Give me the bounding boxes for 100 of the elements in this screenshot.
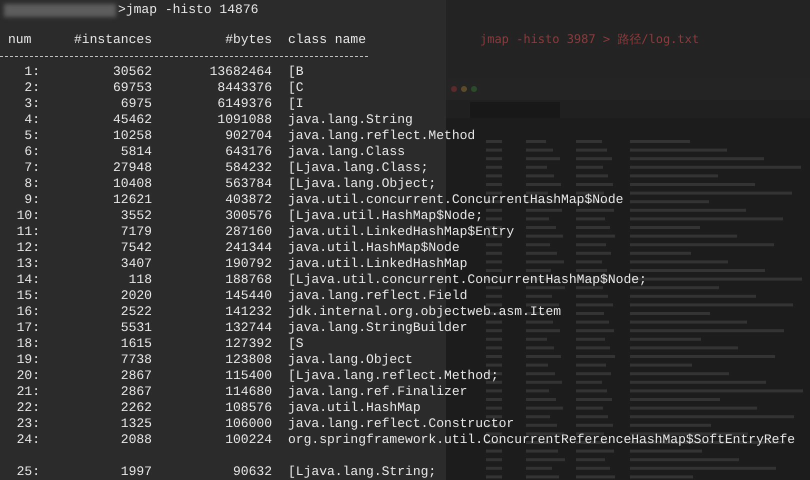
table-cell: [C <box>288 80 304 96</box>
table-cell: [Ljava.util.concurrent.ConcurrentHashMap$Node; <box>288 272 647 288</box>
table-cell: java.util.LinkedHashMap$Entry <box>288 224 514 240</box>
table-cell: 287160 <box>225 224 272 240</box>
table-cell: 190792 <box>225 256 272 272</box>
table-cell: 8: <box>24 176 40 192</box>
table-cell: 100224 <box>225 432 272 448</box>
table-cell: 4: <box>24 112 40 128</box>
table-cell: 403872 <box>225 192 272 208</box>
column-header: num <box>8 32 32 48</box>
table-cell: 106000 <box>225 416 272 432</box>
table-cell: 30562 <box>112 64 152 80</box>
table-cell: 2020 <box>120 288 152 304</box>
table-cell: 1091088 <box>217 112 272 128</box>
table-cell: 18: <box>16 336 40 352</box>
table-cell: 3: <box>24 96 40 112</box>
table-cell: 27948 <box>112 160 152 176</box>
table-cell: 7542 <box>120 240 152 256</box>
table-cell: 20: <box>16 368 40 384</box>
table-cell: java.lang.String <box>288 112 413 128</box>
table-cell: java.lang.reflect.Field <box>288 288 468 304</box>
table-cell: 22: <box>16 400 40 416</box>
table-cell: 7738 <box>120 352 152 368</box>
table-cell: 127392 <box>225 336 272 352</box>
table-cell: 584232 <box>225 160 272 176</box>
table-cell: 563784 <box>225 176 272 192</box>
table-cell: 3407 <box>120 256 152 272</box>
table-cell: java.util.HashMap <box>288 400 421 416</box>
table-cell: 5531 <box>120 320 152 336</box>
table-cell: 14: <box>16 272 40 288</box>
table-cell: [S <box>288 336 304 352</box>
table-cell: 6975 <box>120 96 152 112</box>
table-cell: 115400 <box>225 368 272 384</box>
table-cell: 132744 <box>225 320 272 336</box>
table-cell: 1325 <box>120 416 152 432</box>
table-cell: java.lang.Class <box>288 144 406 160</box>
table-cell: 10258 <box>112 128 152 144</box>
table-cell: 114680 <box>225 384 272 400</box>
table-cell: 118 <box>128 272 152 288</box>
table-cell: [B <box>288 64 304 80</box>
table-cell: 123808 <box>225 352 272 368</box>
command-text: jmap -histo 14876 <box>126 2 258 18</box>
table-cell: 13: <box>16 256 40 272</box>
faded-command-text: jmap -histo 3987 > 路径/log.txt <box>480 30 700 48</box>
table-cell: 2262 <box>120 400 152 416</box>
table-cell: 1615 <box>120 336 152 352</box>
table-cell: 24: <box>16 432 40 448</box>
table-cell: 2: <box>24 80 40 96</box>
table-cell: 45462 <box>112 112 152 128</box>
table-cell: 2867 <box>120 368 152 384</box>
table-cell: 6149376 <box>217 96 272 112</box>
table-cell: java.lang.reflect.Constructor <box>288 416 514 432</box>
table-cell: 2522 <box>120 304 152 320</box>
table-cell: 141232 <box>225 304 272 320</box>
column-header: class name <box>288 32 366 48</box>
table-cell: 145440 <box>225 288 272 304</box>
table-cell: 1: <box>24 64 40 80</box>
table-cell: 11: <box>16 224 40 240</box>
table-cell: 241344 <box>225 240 272 256</box>
table-cell: 9: <box>24 192 40 208</box>
table-cell: 2867 <box>120 384 152 400</box>
table-cell: [I <box>288 96 304 112</box>
table-cell: [Ljava.util.HashMap$Node; <box>288 208 484 224</box>
table-cell: 7: <box>24 160 40 176</box>
table-cell: [Ljava.lang.Class; <box>288 160 428 176</box>
table-cell: 2088 <box>120 432 152 448</box>
table-cell: 108576 <box>225 400 272 416</box>
table-cell: java.lang.reflect.Method <box>288 128 476 144</box>
table-cell: 23: <box>16 416 40 432</box>
table-cell: java.lang.StringBuilder <box>288 320 468 336</box>
table-cell: java.util.HashMap$Node <box>288 240 460 256</box>
table-cell: java.util.concurrent.ConcurrentHashMap$Node <box>288 192 624 208</box>
table-cell: 25: <box>16 464 40 480</box>
table-cell: [Ljava.lang.String; <box>288 464 436 480</box>
table-cell: 1997 <box>120 464 152 480</box>
table-cell: 10408 <box>112 176 152 192</box>
table-cell: [Ljava.lang.reflect.Method; <box>288 368 499 384</box>
table-cell: org.springframework.util.ConcurrentReferenceHashMap$SoftEntryRefe <box>288 432 796 448</box>
table-cell: 21: <box>16 384 40 400</box>
table-cell: java.lang.Object <box>288 352 413 368</box>
table-cell: 19: <box>16 352 40 368</box>
table-cell: 13682464 <box>210 64 272 80</box>
table-cell: 15: <box>16 288 40 304</box>
table-cell: 300576 <box>225 208 272 224</box>
table-cell: 5814 <box>120 144 152 160</box>
prompt-symbol: > <box>118 2 126 18</box>
table-cell: 8443376 <box>217 80 272 96</box>
column-header: #instances <box>74 32 152 48</box>
table-cell: 902704 <box>225 128 272 144</box>
table-cell: 17: <box>16 320 40 336</box>
table-cell: 643176 <box>225 144 272 160</box>
table-cell: 12: <box>16 240 40 256</box>
table-cell: 7179 <box>120 224 152 240</box>
table-cell: 90632 <box>232 464 272 480</box>
table-cell: java.util.LinkedHashMap <box>288 256 468 272</box>
table-cell: 6: <box>24 144 40 160</box>
table-cell: 12621 <box>112 192 152 208</box>
table-cell: [Ljava.lang.Object; <box>288 176 436 192</box>
table-cell: 3552 <box>120 208 152 224</box>
table-cell: jdk.internal.org.objectweb.asm.Item <box>288 304 562 320</box>
